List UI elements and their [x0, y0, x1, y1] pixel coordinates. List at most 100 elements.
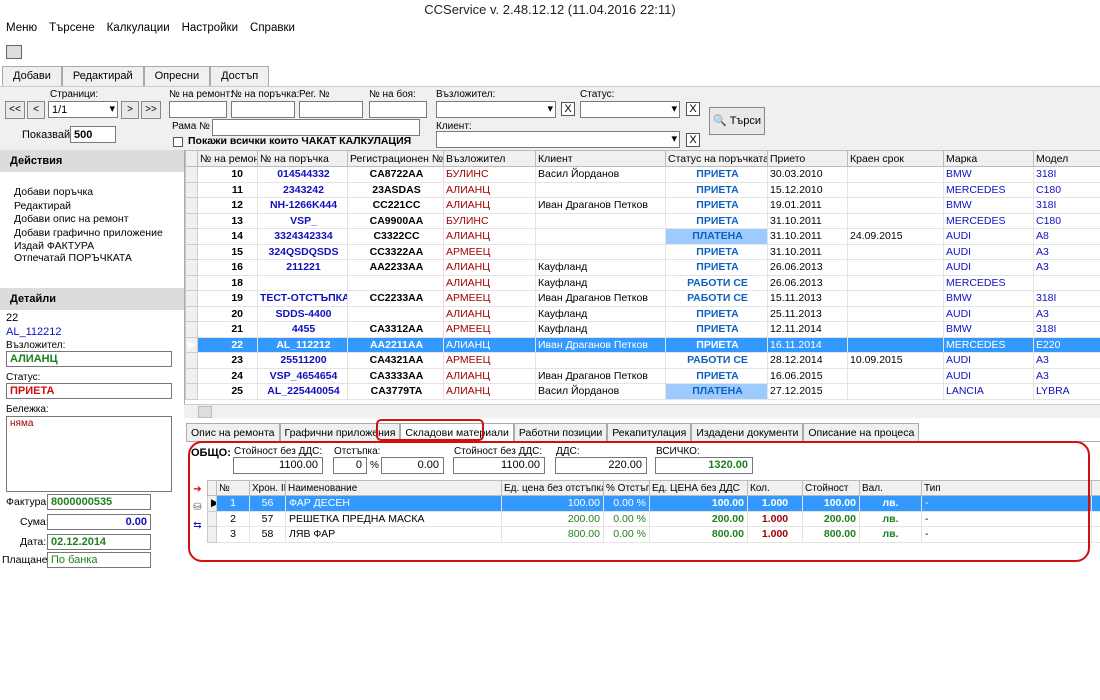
row-selector[interactable] [185, 321, 198, 338]
row-selector[interactable] [185, 352, 198, 369]
cell-order-no[interactable]: VSP_4654654 [257, 367, 348, 384]
cell-order-no[interactable]: 25511200 [257, 352, 348, 369]
cell-client[interactable] [535, 212, 666, 229]
cell-reg-no[interactable]: CA4321AA [347, 352, 444, 369]
cell-insurer[interactable]: АЛИАНЦ [443, 336, 536, 353]
cell-status[interactable]: ПРИЕТА [665, 212, 768, 229]
cell-repair-no[interactable]: 24 [197, 367, 258, 384]
tab-access[interactable]: Достъп [210, 66, 270, 86]
cell-order-no[interactable]: 4455 [257, 321, 348, 338]
clear-insurer-button[interactable]: X [561, 102, 575, 116]
subtab-process-description[interactable]: Описание на процеса [803, 423, 920, 441]
cell-insurer[interactable]: АРМЕЕЦ [443, 243, 536, 260]
cell-order-no[interactable]: 211221 [257, 259, 348, 276]
cell-order-no[interactable] [257, 274, 348, 291]
cell-status[interactable]: РАБОТИ СЕ [665, 352, 768, 369]
column-header-client[interactable]: Клиент [535, 150, 666, 167]
cell-repair-no[interactable]: 19 [197, 290, 258, 307]
cell-make[interactable]: AUDI [943, 228, 1034, 245]
column-header-reg-no[interactable]: Регистрационен № [347, 150, 444, 167]
toolbar-tool-icon[interactable] [6, 45, 22, 59]
cell-repair-no[interactable]: 21 [197, 321, 258, 338]
cell-repair-no[interactable]: 10 [197, 166, 258, 183]
cell-repair-no[interactable]: 12 [197, 197, 258, 214]
subtab-recapitulation[interactable]: Рекапитулация [607, 423, 692, 441]
cell-model[interactable]: C180 [1033, 181, 1100, 198]
cell-order-no[interactable]: SDDS-4400 [257, 305, 348, 322]
cell-reg-no[interactable]: CA8722AA [347, 166, 444, 183]
cell-reg-no[interactable]: CA9900AA [347, 212, 444, 229]
order-row[interactable]: 15 324QSDQSDS CC3322AA АРМЕЕЦ ПРИЕТА 31.10.20… [185, 243, 1100, 260]
menu-item-settings[interactable]: Настройки [176, 20, 244, 38]
last-page-button[interactable]: >> [141, 101, 161, 119]
tab-add[interactable]: Добави [2, 66, 62, 86]
first-page-button[interactable]: << [5, 101, 25, 119]
cell-status[interactable]: ПРИЕТА [665, 181, 768, 198]
cell-accepted[interactable]: 12.11.2014 [767, 321, 848, 338]
prev-page-button[interactable]: < [27, 101, 45, 119]
cell-accepted[interactable]: 26.06.2013 [767, 274, 848, 291]
cell-reg-no[interactable]: C3322CC [347, 228, 444, 245]
cell-deadline[interactable] [847, 212, 944, 229]
cell-repair-no[interactable]: 18 [197, 274, 258, 291]
row-selector[interactable]: ▶ [185, 336, 198, 353]
cell-insurer[interactable]: АРМЕЕЦ [443, 290, 536, 307]
cell-insurer[interactable]: БУЛИНС [443, 166, 536, 183]
cell-make[interactable]: AUDI [943, 305, 1034, 322]
cell-repair-no[interactable]: 25 [197, 383, 258, 400]
column-header-repair-no[interactable]: № на ремонт [197, 150, 258, 167]
cell-reg-no[interactable] [347, 305, 444, 322]
action-edit[interactable]: Редактирай [14, 200, 71, 212]
cell-make[interactable]: AUDI [943, 367, 1034, 384]
show-all-checkbox[interactable] [173, 137, 183, 147]
cell-reg-no[interactable]: CA3779TA [347, 383, 444, 400]
order-no-input[interactable] [231, 101, 295, 118]
cell-reg-no[interactable]: CC221CC [347, 197, 444, 214]
cell-insurer[interactable]: АРМЕЕЦ [443, 352, 536, 369]
row-selector[interactable] [185, 367, 198, 384]
insurer-select[interactable] [436, 101, 556, 118]
cell-insurer[interactable]: АРМЕЕЦ [443, 321, 536, 338]
menu-item-reports[interactable]: Справки [244, 20, 301, 38]
menu-item-menu[interactable]: Меню [0, 20, 43, 38]
cell-repair-no[interactable]: 14 [197, 228, 258, 245]
cell-order-no[interactable]: ТЕСТ-ОТСТЪПКА [257, 290, 348, 307]
cell-status[interactable]: ПРИЕТА [665, 321, 768, 338]
cell-accepted[interactable]: 15.11.2013 [767, 290, 848, 307]
detail-note[interactable]: няма [6, 416, 172, 492]
cell-repair-no[interactable]: 20 [197, 305, 258, 322]
subtab-issued-documents[interactable]: Издадени документи [691, 423, 804, 441]
cell-reg-no[interactable] [347, 274, 444, 291]
cell-client[interactable]: Иван Драганов Петков [535, 290, 666, 307]
cell-status[interactable]: РАБОТИ СЕ [665, 274, 768, 291]
cell-client[interactable]: Кауфланд [535, 259, 666, 276]
order-row[interactable]: 11 2343242 23ASDAS АЛИАНЦ ПРИЕТА 15.12.2010 ME… [185, 181, 1100, 198]
cell-status[interactable]: ПРИЕТА [665, 305, 768, 322]
cell-model[interactable]: A3 [1033, 243, 1100, 260]
scrollbar-thumb[interactable] [198, 406, 212, 418]
order-row[interactable]: 20 SDDS-4400 АЛИАНЦ Кауфланд ПРИЕТА 25.11.201… [185, 305, 1100, 322]
cell-insurer[interactable]: АЛИАНЦ [443, 305, 536, 322]
cell-status[interactable]: ПРИЕТА [665, 197, 768, 214]
cell-make[interactable]: BMW [943, 321, 1034, 338]
cell-status[interactable]: ПРИЕТА [665, 259, 768, 276]
cell-make[interactable]: AUDI [943, 352, 1034, 369]
cell-insurer[interactable]: АЛИАНЦ [443, 367, 536, 384]
column-header-accepted[interactable]: Прието [767, 150, 848, 167]
row-selector[interactable] [185, 197, 198, 214]
cell-reg-no[interactable]: CA3312AA [347, 321, 444, 338]
cell-repair-no[interactable]: 23 [197, 352, 258, 369]
order-row[interactable]: 16 211221 AA2233AA АЛИАНЦ Кауфланд ПРИЕТА 26.0… [185, 259, 1100, 276]
cell-deadline[interactable] [847, 166, 944, 183]
order-row[interactable]: 12 NH-1266K444 CC221CC АЛИАНЦ Иван Драганов … [185, 197, 1100, 214]
order-row[interactable]: 21 4455 CA3312AA АРМЕЕЦ Кауфланд ПРИЕТА 12.11.… [185, 321, 1100, 338]
cell-insurer[interactable]: БУЛИНС [443, 212, 536, 229]
column-header-model[interactable]: Модел [1033, 150, 1100, 167]
cell-accepted[interactable]: 16.06.2015 [767, 367, 848, 384]
cell-make[interactable]: AUDI [943, 243, 1034, 260]
clear-status-button[interactable]: X [686, 102, 700, 116]
cell-status[interactable]: ПЛАТЕНА [665, 228, 768, 245]
cell-deadline[interactable] [847, 367, 944, 384]
cell-model[interactable]: 318I [1033, 197, 1100, 214]
cell-reg-no[interactable]: AA2211AA [347, 336, 444, 353]
